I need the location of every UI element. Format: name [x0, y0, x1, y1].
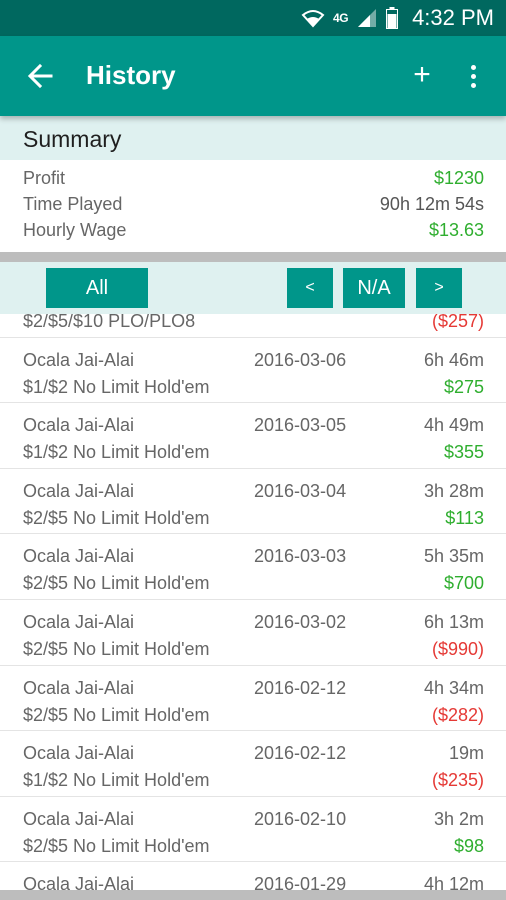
summary-row-time-played: Time Played 90h 12m 54s — [23, 194, 484, 220]
list-item[interactable]: Ocala Jai-Alai 2016-03-02 6h 13m $2/$5 No L… — [0, 600, 506, 666]
network-type-label: 4G — [333, 11, 349, 25]
session-list[interactable]: $2/$5/$10 PLO/PLO8 ($257) Ocala Jai-Alai 20… — [0, 314, 506, 890]
summary-label: Hourly Wage — [23, 220, 127, 240]
wifi-icon — [301, 10, 325, 28]
next-period-button[interactable]: > — [416, 268, 462, 308]
summary-row-hourly-wage: Hourly Wage $13.63 — [23, 220, 484, 246]
more-vert-icon[interactable] — [458, 58, 488, 94]
session-duration: 4h 34m — [423, 677, 484, 698]
summary-value: $1230 — [433, 168, 484, 188]
list-item[interactable]: Ocala Jai-Alai 2016-02-12 19m $1/$2 No Limi… — [0, 731, 506, 797]
session-date: 2016-01-29 — [254, 874, 347, 890]
list-item[interactable]: Ocala Jai-Alai 2016-03-05 4h 49m $1/$2 No L… — [0, 403, 506, 469]
session-location: Ocala Jai-Alai — [23, 611, 135, 632]
app-bar: History + — [0, 36, 506, 116]
session-amount: $355 — [443, 442, 484, 463]
list-item[interactable]: $2/$5/$10 PLO/PLO8 ($257) — [0, 314, 506, 338]
session-game: $2/$5 No Limit Hold'em — [23, 573, 210, 594]
battery-icon — [386, 7, 399, 29]
session-date: 2016-02-10 — [254, 808, 347, 829]
session-duration: 19m — [448, 743, 484, 764]
session-duration: 3h 2m — [433, 808, 484, 829]
session-game: $1/$2 No Limit Hold'em — [23, 376, 210, 397]
bottom-edge — [0, 890, 506, 900]
list-item[interactable]: Ocala Jai-Alai 2016-02-10 3h 2m $2/$5 No Li… — [0, 797, 506, 863]
session-amount: $275 — [443, 376, 484, 397]
add-session-button[interactable]: + — [404, 58, 440, 94]
session-amount: ($282) — [431, 704, 484, 725]
session-duration: 6h 13m — [423, 611, 484, 632]
session-location: Ocala Jai-Alai — [23, 808, 135, 829]
summary-value: $13.63 — [428, 220, 484, 240]
status-time: 4:32 PM — [412, 5, 494, 30]
session-game: $1/$2 No Limit Hold'em — [23, 770, 210, 791]
filter-bar: All < N/A > — [0, 262, 506, 314]
session-duration: 5h 35m — [423, 546, 484, 567]
session-game: $2/$5 No Limit Hold'em — [23, 704, 210, 725]
session-date: 2016-03-03 — [254, 546, 347, 567]
session-duration: 6h 46m — [423, 349, 484, 370]
summary-title: Summary — [23, 126, 122, 152]
session-game: $2/$5 No Limit Hold'em — [23, 638, 210, 659]
signal-icon — [358, 9, 377, 27]
period-selector-button[interactable]: N/A — [343, 268, 405, 308]
list-item[interactable]: Ocala Jai-Alai 2016-03-04 3h 28m $2/$5 No L… — [0, 469, 506, 535]
session-location: Ocala Jai-Alai — [23, 349, 135, 370]
session-location: Ocala Jai-Alai — [23, 546, 135, 567]
status-icons: 4G 4:32 PM — [301, 0, 494, 36]
session-amount: $113 — [445, 507, 484, 528]
session-date: 2016-02-12 — [254, 677, 347, 698]
session-duration: 4h 49m — [423, 415, 484, 436]
back-button[interactable] — [22, 58, 58, 94]
session-game: $2/$5 No Limit Hold'em — [23, 835, 210, 856]
session-duration: 4h 12m — [423, 874, 484, 890]
session-location: Ocala Jai-Alai — [23, 743, 135, 764]
session-game: $2/$5/$10 PLO/PLO8 — [23, 314, 196, 331]
summary-panel: Profit $1230 Time Played 90h 12m 54s Hou… — [0, 160, 506, 252]
session-date: 2016-03-02 — [254, 611, 347, 632]
section-divider — [0, 252, 506, 262]
summary-value: 90h 12m 54s — [379, 194, 484, 214]
summary-label: Time Played — [23, 194, 123, 214]
session-location: Ocala Jai-Alai — [23, 415, 135, 436]
session-date: 2016-03-05 — [254, 415, 347, 436]
session-date: 2016-03-06 — [254, 349, 347, 370]
session-amount: ($990) — [431, 638, 484, 659]
list-item[interactable]: Ocala Jai-Alai 2016-01-29 4h 12m — [0, 862, 506, 890]
session-date: 2016-03-04 — [254, 480, 347, 501]
summary-header: Summary — [0, 116, 506, 160]
list-item[interactable]: Ocala Jai-Alai 2016-03-03 5h 35m $2/$5 No L… — [0, 534, 506, 600]
session-location: Ocala Jai-Alai — [23, 677, 135, 698]
list-item[interactable]: Ocala Jai-Alai 2016-03-06 6h 46m $1/$2 No L… — [0, 338, 506, 404]
session-game: $1/$2 No Limit Hold'em — [23, 442, 210, 463]
session-amount: $700 — [443, 573, 484, 594]
session-location: Ocala Jai-Alai — [23, 480, 135, 501]
filter-all-button[interactable]: All — [46, 268, 148, 308]
session-location: Ocala Jai-Alai — [23, 874, 135, 890]
summary-label: Profit — [23, 168, 66, 188]
status-bar: 4G 4:32 PM — [0, 0, 506, 36]
arrow-left-icon — [27, 63, 53, 89]
session-date: 2016-02-12 — [254, 743, 347, 764]
session-amount: ($235) — [431, 770, 484, 791]
previous-period-button[interactable]: < — [287, 268, 333, 308]
session-game: $2/$5 No Limit Hold'em — [23, 507, 210, 528]
session-amount: ($257) — [431, 314, 484, 331]
session-duration: 3h 28m — [423, 480, 484, 501]
page-title: History — [86, 60, 176, 90]
list-item[interactable]: Ocala Jai-Alai 2016-02-12 4h 34m $2/$5 No L… — [0, 666, 506, 732]
session-amount: $98 — [453, 835, 484, 856]
summary-row-profit: Profit $1230 — [23, 168, 484, 194]
